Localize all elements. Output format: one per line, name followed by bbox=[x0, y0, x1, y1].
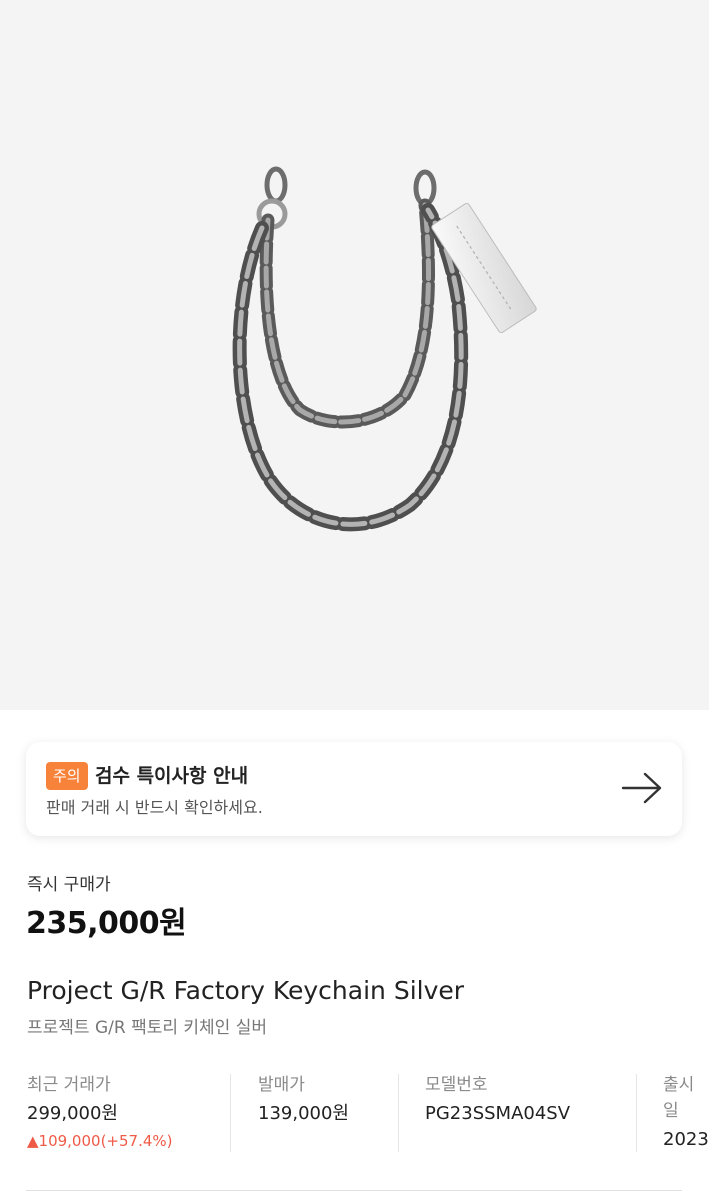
instant-buy-price: 235,000원 bbox=[26, 906, 187, 941]
release-price-value: 139,000원 bbox=[258, 1103, 349, 1124]
chain-keychain-illustration bbox=[232, 166, 537, 532]
inspection-notice-card[interactable]: 주의 검수 특이사항 안내 판매 거래 시 반드시 확인하세요. bbox=[26, 742, 682, 836]
info-divider bbox=[230, 1074, 231, 1152]
notice-subtitle: 판매 거래 시 반드시 확인하세요. bbox=[46, 798, 263, 817]
product-image[interactable] bbox=[0, 0, 709, 710]
recent-trade-change: ▲109,000(+57.4%) bbox=[27, 1132, 173, 1150]
caution-badge: 주의 bbox=[46, 762, 88, 790]
info-release-date: 출시일 2023 bbox=[663, 1072, 709, 1155]
info-divider bbox=[636, 1074, 637, 1152]
instant-buy-label: 즉시 구매가 bbox=[27, 875, 111, 895]
info-model-number: 모델번호 PG23SSMA04SV bbox=[425, 1072, 570, 1129]
model-number-value: PG23SSMA04SV bbox=[425, 1103, 571, 1124]
model-number-label: 모델번호 bbox=[425, 1075, 488, 1095]
product-name-ko: 프로젝트 G/R 팩토리 키체인 실버 bbox=[27, 1018, 268, 1038]
arrow-right-icon[interactable] bbox=[620, 770, 664, 810]
info-release-price: 발매가 139,000원 bbox=[258, 1072, 349, 1129]
info-divider bbox=[398, 1074, 399, 1152]
recent-trade-label: 최근 거래가 bbox=[27, 1075, 111, 1095]
info-recent-trade: 최근 거래가 299,000원 ▲109,000(+57.4%) bbox=[27, 1072, 173, 1153]
recent-trade-value: 299,000원 bbox=[27, 1103, 118, 1124]
release-price-label: 발매가 bbox=[258, 1075, 305, 1095]
release-date-label: 출시일 bbox=[663, 1075, 695, 1121]
product-name-en: Project G/R Factory Keychain Silver bbox=[27, 976, 465, 1005]
notice-title: 검수 특이사항 안내 bbox=[95, 765, 249, 787]
section-divider bbox=[26, 1190, 682, 1191]
release-date-value: 2023 bbox=[663, 1129, 709, 1150]
